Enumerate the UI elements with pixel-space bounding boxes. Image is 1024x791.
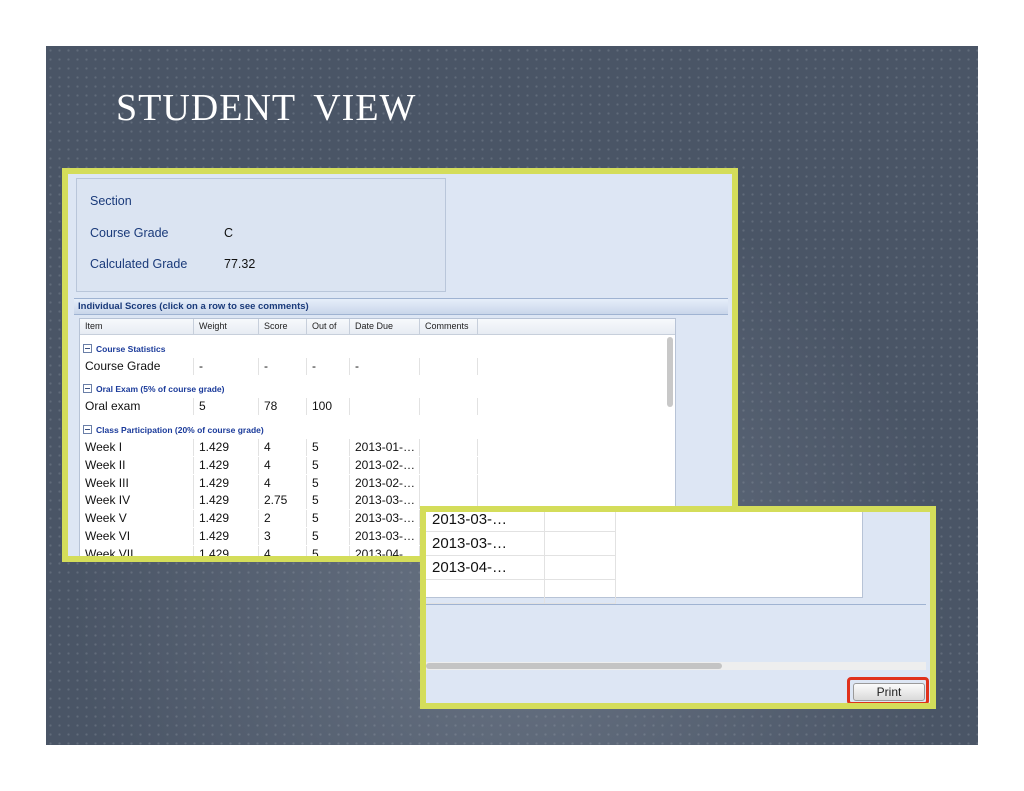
grade-summary-box: Section Course Grade C Calculated Grade … [76, 178, 446, 292]
cell-date-due: 2013-02-… [350, 457, 420, 474]
cell-weight: 1.429 [194, 492, 259, 509]
cell-out-of: 5 [307, 457, 350, 474]
column-header-item[interactable]: Item [80, 319, 194, 334]
cell-out-of: 5 [307, 439, 350, 456]
cell-comments [420, 358, 478, 375]
cell-date-due: 2013-01-… [350, 439, 420, 456]
cell-item: Course Grade [80, 358, 194, 375]
cell-date-due: 2013-02-… [350, 475, 420, 492]
group-course-statistics[interactable]: Course Statistics [80, 338, 480, 358]
vertical-scrollbar[interactable] [667, 337, 673, 407]
cell-item: Week VII [80, 546, 194, 556]
table-row[interactable] [426, 580, 616, 604]
grid-header: Item Weight Score Out of Date Due Commen… [80, 319, 675, 335]
course-grade-label: Course Grade [90, 226, 169, 240]
cell-item: Week IV [80, 492, 194, 509]
cell-comments [545, 512, 616, 531]
group-label: Class Participation (20% of course grade… [96, 425, 264, 435]
section-label: Section [90, 194, 132, 208]
cell-out-of: - [307, 358, 350, 375]
horizontal-scrollbar[interactable] [426, 662, 926, 670]
panel-divider [426, 604, 926, 605]
print-button-label: Print [853, 683, 925, 701]
grade-view: Section Course Grade C Calculated Grade … [68, 174, 732, 556]
cell-item: Week II [80, 457, 194, 474]
scrollbar-thumb[interactable] [426, 663, 722, 669]
cell-item: Week V [80, 510, 194, 527]
cell-score: 4 [259, 457, 307, 474]
cell-out-of: 5 [307, 546, 350, 556]
cell-comments [420, 398, 478, 415]
slide-title: STUDENT VIEW [116, 87, 417, 129]
cell-score: 2 [259, 510, 307, 527]
cell-score: 2.75 [259, 492, 307, 509]
grade-screenshot-frame: Section Course Grade C Calculated Grade … [62, 168, 738, 562]
table-row[interactable]: 2013-04-… [426, 556, 616, 580]
calculated-grade-value: 77.32 [224, 257, 256, 271]
cell-score: 4 [259, 439, 307, 456]
cell-item: Week VI [80, 528, 194, 545]
cell-item: Week I [80, 439, 194, 456]
cell-score: - [259, 358, 307, 375]
cell-out-of: 5 [307, 510, 350, 527]
cell-weight: 1.429 [194, 546, 259, 556]
column-header-weight[interactable]: Weight [194, 319, 259, 334]
table-row[interactable]: 2013-03-… [426, 512, 616, 532]
column-header-score[interactable]: Score [259, 319, 307, 334]
cell-weight: 1.429 [194, 528, 259, 545]
cell-score: 3 [259, 528, 307, 545]
column-header-out-of[interactable]: Out of [307, 319, 350, 334]
cell-out-of: 100 [307, 398, 350, 415]
collapse-icon[interactable] [83, 384, 92, 393]
cell-score: 78 [259, 398, 307, 415]
cell-date-due: 2013-04-… [426, 556, 545, 579]
zoom-grid: 2013-03-… 2013-03-… 2013-04-… [426, 512, 863, 604]
cell-score: 4 [259, 475, 307, 492]
zoom-view: 2013-03-… 2013-03-… 2013-04-… Print [426, 512, 930, 703]
cell-out-of: 5 [307, 528, 350, 545]
cell-comments [420, 439, 478, 456]
zoom-screenshot-frame: 2013-03-… 2013-03-… 2013-04-… Print [420, 506, 936, 709]
cell-item: Week III [80, 475, 194, 492]
group-label: Course Statistics [96, 344, 166, 354]
scores-panel-header: Individual Scores (click on a row to see… [74, 298, 728, 315]
column-header-date-due[interactable]: Date Due [350, 319, 420, 334]
collapse-icon[interactable] [83, 425, 92, 434]
course-grade-value: C [224, 226, 234, 240]
cell-date-due: 2013-03-… [350, 492, 420, 509]
cell-date-due [350, 398, 420, 415]
cell-weight: - [194, 358, 259, 375]
cell-comments [420, 475, 478, 492]
cell-date-due: 2013-03-… [426, 512, 545, 531]
cell-comments [545, 580, 616, 603]
cell-date-due: 2013-03-… [350, 528, 420, 545]
calculated-grade-label: Calculated Grade [90, 257, 188, 271]
table-row[interactable]: 2013-03-… [426, 532, 616, 556]
cell-comments [545, 556, 616, 579]
collapse-icon[interactable] [83, 344, 92, 353]
cell-out-of: 5 [307, 492, 350, 509]
cell-date-due: 2013-04-… [350, 546, 420, 556]
cell-date-due: - [350, 358, 420, 375]
cell-item: Oral exam [80, 398, 194, 415]
cell-weight: 1.429 [194, 457, 259, 474]
group-oral-exam[interactable]: Oral Exam (5% of course grade) [80, 378, 480, 398]
cell-date-due: 2013-03-… [350, 510, 420, 527]
cell-comments [545, 532, 616, 555]
cell-weight: 1.429 [194, 510, 259, 527]
cell-weight: 1.429 [194, 475, 259, 492]
column-header-comments[interactable]: Comments [420, 319, 478, 334]
cell-weight: 1.429 [194, 439, 259, 456]
cell-comments [420, 457, 478, 474]
cell-weight: 5 [194, 398, 259, 415]
cell-score: 4 [259, 546, 307, 556]
cell-date-due: 2013-03-… [426, 532, 545, 555]
print-button[interactable]: Print [847, 677, 929, 703]
cell-date-due [426, 580, 545, 603]
group-class-participation[interactable]: Class Participation (20% of course grade… [80, 419, 480, 439]
cell-out-of: 5 [307, 475, 350, 492]
group-label: Oral Exam (5% of course grade) [96, 384, 225, 394]
